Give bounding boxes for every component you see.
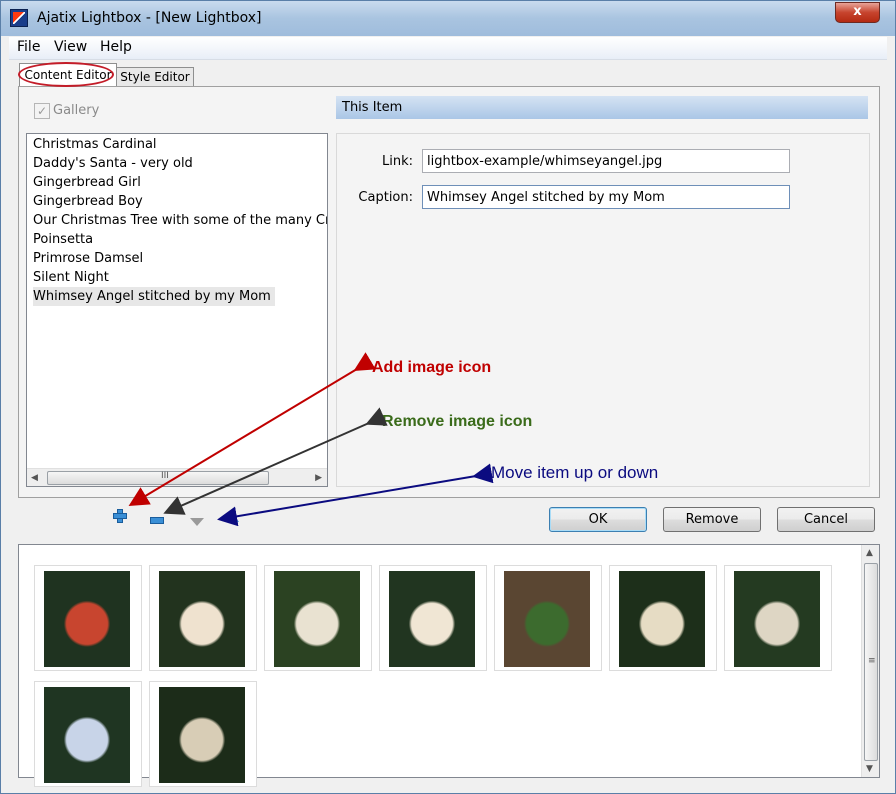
annotation-arrows — [128, 352, 494, 527]
arrow-add-line — [128, 352, 376, 507]
lightbox-window: Ajatix Lightbox - [New Lightbox] x File … — [0, 0, 896, 794]
arrow-move-line — [217, 463, 494, 527]
tab-highlight-circle — [18, 62, 114, 87]
